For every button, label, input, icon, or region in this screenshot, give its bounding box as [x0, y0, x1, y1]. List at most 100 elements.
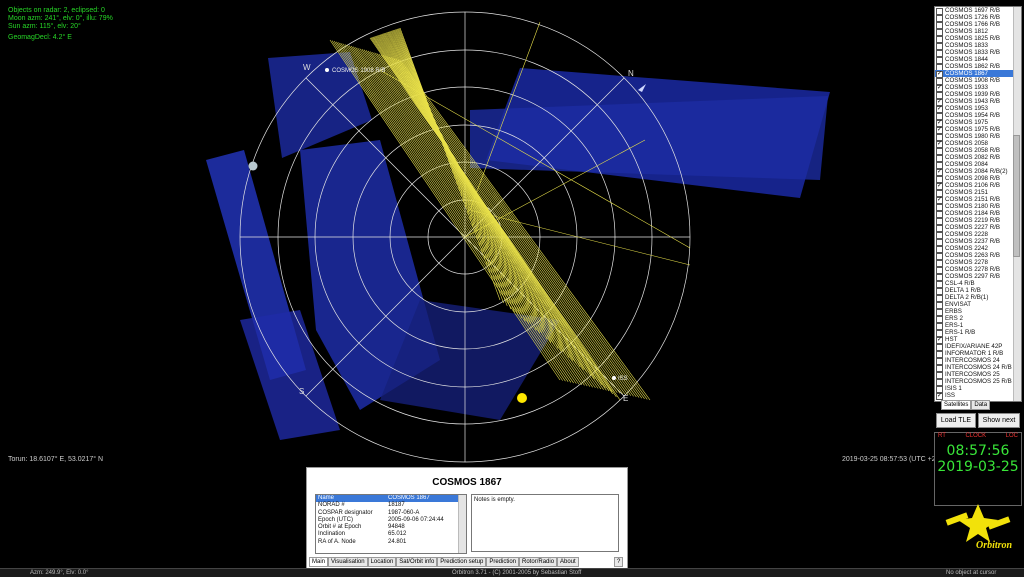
satellite-list-item[interactable]: COSMOS 1908 R/B: [935, 77, 1021, 85]
satellite-list-item[interactable]: ✓ COSMOS 1867: [935, 70, 1021, 78]
tab-sat-orbit-info[interactable]: Sat/Orbit info: [396, 557, 438, 567]
property-row[interactable]: Epoch (UTC) 2005-09-06 07:24:44: [316, 517, 466, 524]
property-row[interactable]: RA of A. Node 24.801: [316, 539, 466, 546]
satellite-list-item[interactable]: ✓ COSMOS 1975 R/B: [935, 126, 1021, 134]
satellite-list-item[interactable]: COSMOS 2098 R/B: [935, 175, 1021, 183]
satellite-list-item[interactable]: COSMOS 1833 R/B: [935, 49, 1021, 57]
show-next-button[interactable]: Show next: [978, 413, 1020, 428]
satellite-list-item[interactable]: IDEFIX/ARIANE 42P: [935, 343, 1021, 351]
satellite-list-item[interactable]: ✓ COSMOS 1975: [935, 119, 1021, 127]
satellite-list-item[interactable]: ✓ COSMOS 2084 R/B(2): [935, 168, 1021, 176]
object-properties-table[interactable]: Name COSMOS 1867 NORAD #18187 COSPAR design…: [315, 494, 467, 554]
property-key: Orbit # at Epoch: [318, 524, 362, 531]
satellite-list-item[interactable]: COSMOS 2278: [935, 259, 1021, 267]
notes-box[interactable]: Notes is empty.: [471, 494, 619, 552]
tab-data[interactable]: Data: [971, 400, 991, 410]
satellite-list-item[interactable]: ✓ COSMOS 2151 R/B: [935, 196, 1021, 204]
satellite-label: COSMOS 2151 R/B: [945, 196, 1001, 203]
satellite-list-item[interactable]: COSMOS 1697 R/B: [935, 7, 1021, 15]
satellite-list-item[interactable]: COSMOS 2242: [935, 245, 1021, 253]
tab-about[interactable]: About: [557, 557, 579, 567]
satellite-list-item[interactable]: CSL-4 R/B: [935, 280, 1021, 288]
satellite-list-item[interactable]: COSMOS 1954 R/B: [935, 112, 1021, 120]
help-button[interactable]: ?: [614, 557, 624, 567]
tab-location[interactable]: Location: [367, 557, 397, 567]
satellite-list-item[interactable]: COSMOS 2184 R/B: [935, 210, 1021, 218]
satellite-list-item[interactable]: COSMOS 1862 R/B: [935, 63, 1021, 71]
satellite-list-item[interactable]: COSMOS 2237 R/B: [935, 238, 1021, 246]
scrollbar-thumb[interactable]: [1013, 135, 1020, 257]
satellite-checkbox[interactable]: ✓: [936, 393, 943, 400]
satellite-list-item[interactable]: COSMOS 2151: [935, 189, 1021, 197]
satellite-label: DELTA 1 R/B: [945, 287, 981, 294]
satellite-label: ENVISAT: [945, 301, 972, 308]
tab-prediction[interactable]: Prediction: [486, 557, 520, 567]
satellite-list-item[interactable]: INTERCOSMOS 24 R/B: [935, 364, 1021, 372]
satellite-label: COSMOS 2278: [945, 259, 988, 266]
satellite-list-item[interactable]: ✓ COSMOS 1933: [935, 84, 1021, 92]
satellite-label: COSMOS 1980 R/B: [945, 133, 1001, 140]
satellite-list-item[interactable]: COSMOS 1980 R/B: [935, 133, 1021, 141]
satellite-list-item[interactable]: ERS-1: [935, 322, 1021, 330]
satellite-list-item[interactable]: COSMOS 2278 R/B: [935, 266, 1021, 274]
satellite-list-item[interactable]: ENVISAT: [935, 301, 1021, 309]
tab-rotor-radio[interactable]: Rotor/Radio: [519, 557, 558, 567]
load-tle-button[interactable]: Load TLE: [936, 413, 976, 428]
satellite-list-item[interactable]: ISIS 1: [935, 385, 1021, 393]
satellite-list-scrollbar[interactable]: [1013, 7, 1021, 401]
satellite-list-item[interactable]: COSMOS 2058 R/B: [935, 147, 1021, 155]
property-row[interactable]: Orbit # at Epoch 94848: [316, 524, 466, 531]
satellite-list-item[interactable]: INTERCOSMOS 25: [935, 371, 1021, 379]
property-value: 2005-09-06 07:24:44: [388, 516, 444, 523]
satellite-list-item[interactable]: COSMOS 2227 R/B: [935, 224, 1021, 232]
cosmos-marker[interactable]: [325, 68, 329, 72]
satellite-list-item[interactable]: INTERCOSMOS 25 R/B: [935, 378, 1021, 386]
satellite-list-item[interactable]: COSMOS 2180 R/B: [935, 203, 1021, 211]
property-row[interactable]: COSPAR designator 1987-060-A: [316, 510, 466, 517]
satellite-list-item[interactable]: COSMOS 1844: [935, 56, 1021, 64]
satellite-list-item[interactable]: ✓ COSMOS 2106 R/B: [935, 182, 1021, 190]
property-value: 1987-060-A: [388, 509, 420, 516]
clock-label[interactable]: CLOCK: [965, 433, 986, 439]
satellite-list[interactable]: COSMOS 1697 R/B COSMOS 1726 R/B COSMOS 176…: [934, 6, 1022, 402]
satellite-list-item[interactable]: COSMOS 2228: [935, 231, 1021, 239]
tab-main[interactable]: Main: [309, 557, 329, 567]
satellite-list-item[interactable]: COSMOS 1833: [935, 42, 1021, 50]
satellite-list-item[interactable]: COSMOS 1812: [935, 28, 1021, 36]
satellite-list-item[interactable]: INTERCOSMOS 24: [935, 357, 1021, 365]
properties-scrollbar[interactable]: [458, 495, 466, 553]
iss-marker[interactable]: [612, 376, 616, 380]
rt-label[interactable]: RT: [938, 433, 946, 439]
satellite-list-item[interactable]: INFORMATOR 1 R/B: [935, 350, 1021, 358]
property-row[interactable]: NORAD # 18187: [316, 502, 466, 509]
loc-label[interactable]: LOC: [1006, 433, 1018, 439]
east-label: E: [623, 394, 628, 403]
satellite-list-item[interactable]: ERS 2: [935, 315, 1021, 323]
satellite-list-item[interactable]: COSMOS 2219 R/B: [935, 217, 1021, 225]
satellite-list-item[interactable]: COSMOS 2297 R/B: [935, 273, 1021, 281]
satellite-list-item[interactable]: ERBS: [935, 308, 1021, 316]
satellite-list-item[interactable]: ✓ HST: [935, 336, 1021, 344]
tab-visualisation[interactable]: Visualisation: [328, 557, 368, 567]
satellite-list-item[interactable]: COSMOS 2263 R/B: [935, 252, 1021, 260]
satellite-list-item[interactable]: ✓ ISS: [935, 392, 1021, 400]
satellite-list-item[interactable]: DELTA 2 R/B(1): [935, 294, 1021, 302]
property-row[interactable]: Name COSMOS 1867: [316, 495, 466, 503]
satellite-list-item[interactable]: COSMOS 2084: [935, 161, 1021, 169]
satellite-label: COSMOS 1954 R/B: [945, 112, 1001, 119]
tab-satellites[interactable]: Satellites: [941, 400, 972, 410]
satellite-list-item[interactable]: ✓ COSMOS 1953: [935, 105, 1021, 113]
satellite-list-item[interactable]: COSMOS 1825 R/B: [935, 35, 1021, 43]
satellite-list-item[interactable]: DELTA 1 R/B: [935, 287, 1021, 295]
satellite-label: COSMOS 1975: [945, 119, 988, 126]
satellite-list-item[interactable]: COSMOS 1726 R/B: [935, 14, 1021, 22]
satellite-label: COSMOS 2058: [945, 140, 988, 147]
satellite-list-item[interactable]: COSMOS 1939 R/B: [935, 91, 1021, 99]
satellite-list-item[interactable]: ✓ COSMOS 1943 R/B: [935, 98, 1021, 106]
tab-prediction-setup[interactable]: Prediction setup: [437, 557, 487, 567]
satellite-list-item[interactable]: COSMOS 2082 R/B: [935, 154, 1021, 162]
satellite-list-item[interactable]: ERS-1 R/B: [935, 329, 1021, 337]
satellite-list-item[interactable]: COSMOS 1766 R/B: [935, 21, 1021, 29]
satellite-list-item[interactable]: ✓ COSMOS 2058: [935, 140, 1021, 148]
property-row[interactable]: Inclination 65.012: [316, 531, 466, 538]
